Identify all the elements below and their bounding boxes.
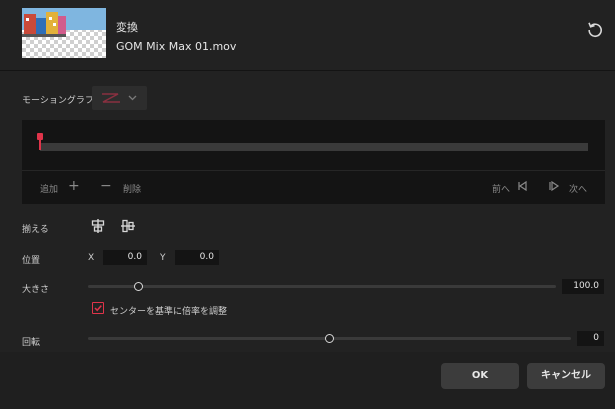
cancel-button[interactable]: キャンセル <box>527 363 605 389</box>
center-scale-label: センターを基準に倍率を調整 <box>110 307 228 317</box>
align-label: 揃える <box>22 225 49 235</box>
header-divider <box>0 70 615 71</box>
add-keyframe-label: 追加 <box>40 185 59 195</box>
position-y-label: Y <box>160 253 166 263</box>
prev-keyframe-label: 前へ <box>492 185 511 195</box>
align-horizontal-center-icon[interactable] <box>90 218 106 237</box>
position-label: 位置 <box>22 256 41 266</box>
timeline-track[interactable] <box>40 143 588 151</box>
z-curve-icon <box>102 93 120 103</box>
chevron-down-icon <box>128 95 137 101</box>
keyframe-timeline: 追加 + − 削除 前へ 次へ <box>22 120 605 204</box>
size-label: 大きさ <box>22 285 50 295</box>
dialog-footer: OK キャンセル <box>0 352 615 409</box>
next-keyframe-icon[interactable] <box>548 180 560 195</box>
rotation-slider-knob[interactable] <box>324 334 334 343</box>
next-keyframe-label: 次へ <box>569 185 588 195</box>
size-slider[interactable] <box>88 282 556 291</box>
motion-graph-dropdown[interactable] <box>92 86 147 110</box>
size-slider-knob[interactable] <box>134 282 144 291</box>
delete-keyframe-label: 削除 <box>123 185 142 195</box>
clip-thumbnail <box>22 8 106 58</box>
position-x-input[interactable]: 0.0 <box>103 250 147 265</box>
rotation-label: 回転 <box>22 338 41 348</box>
delete-keyframe-icon[interactable]: − <box>100 178 112 194</box>
prev-keyframe-icon[interactable] <box>517 180 529 195</box>
reset-icon[interactable] <box>586 20 604 38</box>
align-vertical-center-icon[interactable] <box>120 218 136 237</box>
position-y-input[interactable]: 0.0 <box>175 250 219 265</box>
ok-button[interactable]: OK <box>441 363 519 389</box>
motion-graph-label: モーショングラフ <box>22 96 94 106</box>
playhead[interactable] <box>37 133 43 152</box>
timeline-divider <box>22 170 605 171</box>
center-scale-checkbox[interactable] <box>92 302 104 314</box>
rotation-slider[interactable] <box>88 334 571 343</box>
panel-title: 変換 <box>116 21 138 34</box>
clip-filename: GOM Mix Max 01.mov <box>116 40 237 53</box>
rotation-value-input[interactable]: 0 <box>577 331 604 346</box>
size-value-input[interactable]: 100.0 <box>562 279 604 294</box>
position-x-label: X <box>88 253 95 263</box>
add-keyframe-icon[interactable]: + <box>68 178 80 194</box>
